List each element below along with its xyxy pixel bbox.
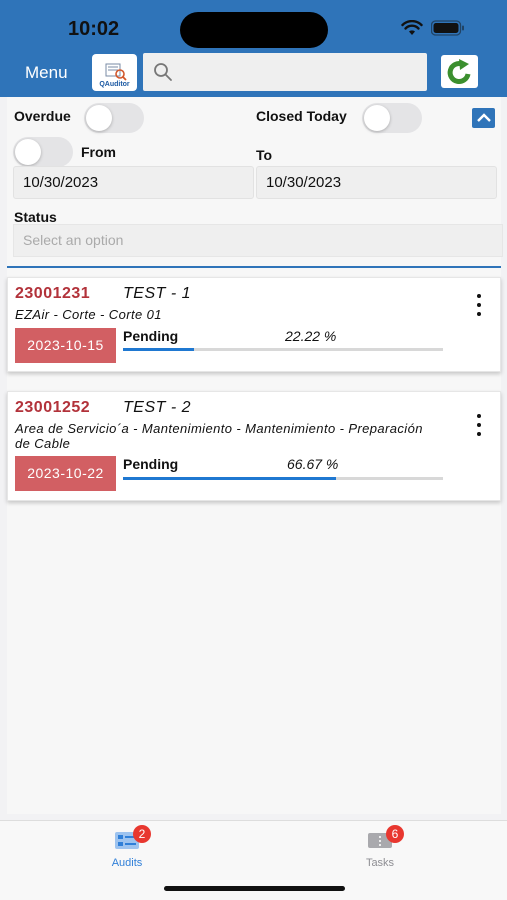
dynamic-island [180,12,328,48]
progress-fill [123,477,337,480]
app-logo[interactable]: QAuditor [92,54,137,91]
audit-date-badge: 2023-10-15 [15,328,116,363]
audit-description: Area de Servicio´a - Mantenimiento - Man… [15,421,423,451]
app-header: 10:02 Menu QAuditor [0,0,507,97]
qauditor-logo-icon [105,63,127,81]
home-indicator [164,886,345,891]
toggle-knob [15,139,41,165]
wifi-icon [401,20,423,35]
audit-percent: 22.22 % [285,328,337,344]
tab-label: Audits [111,857,143,869]
chevron-up-icon [476,113,491,122]
status-time: 10:02 [68,18,120,40]
audit-id: 23001252 [15,399,91,416]
to-label: To [256,147,273,163]
progress-fill [123,348,195,351]
from-label: From [81,144,116,160]
closed-today-label: Closed Today [256,108,347,124]
tab-label: Tasks [365,857,395,869]
audit-progress-bar [123,477,443,480]
status-label: Status [14,209,57,225]
status-icons [401,20,465,36]
audit-status: Pending [123,456,179,472]
filter-divider [7,266,501,268]
date-range-toggle[interactable] [13,137,73,167]
refresh-icon [447,58,470,84]
search-icon [154,63,172,81]
audit-status: Pending [123,328,179,344]
audit-id: 23001231 [15,285,91,302]
status-select[interactable]: Select an option [13,224,503,257]
audit-name: TEST - 1 [123,285,192,302]
audit-date-badge: 2023-10-22 [15,456,116,491]
audit-description: EZAir - Corte - Corte 01 [15,307,162,322]
audits-badge: 2 [133,825,151,843]
audit-name: TEST - 2 [123,399,192,416]
logo-text: QAuditor [99,81,130,88]
toggle-knob [86,105,112,131]
audit-card[interactable]: 23001252 TEST - 2 Area de Servicio´a - M… [7,391,501,501]
overdue-label: Overdue [14,108,71,124]
tab-audits[interactable]: 2 Audits [87,825,167,869]
tab-tasks[interactable]: 6 Tasks [340,825,420,869]
toggle-knob [364,105,390,131]
menu-button[interactable]: Menu [25,63,68,83]
collapse-filters-button[interactable] [472,108,495,128]
from-date-field[interactable]: 10/30/2023 [13,166,254,199]
more-options-icon[interactable] [471,414,487,436]
tasks-badge: 6 [386,825,404,843]
refresh-button[interactable] [441,55,478,88]
audit-card[interactable]: 23001231 TEST - 1 EZAir - Corte - Corte … [7,277,501,372]
to-date-field[interactable]: 10/30/2023 [256,166,497,199]
more-options-icon[interactable] [471,294,487,316]
search-input[interactable] [143,53,427,91]
overdue-toggle[interactable] [84,103,144,133]
audit-progress-bar [123,348,443,351]
audit-percent: 66.67 % [287,456,339,472]
closed-today-toggle[interactable] [362,103,422,133]
battery-icon [431,20,464,36]
